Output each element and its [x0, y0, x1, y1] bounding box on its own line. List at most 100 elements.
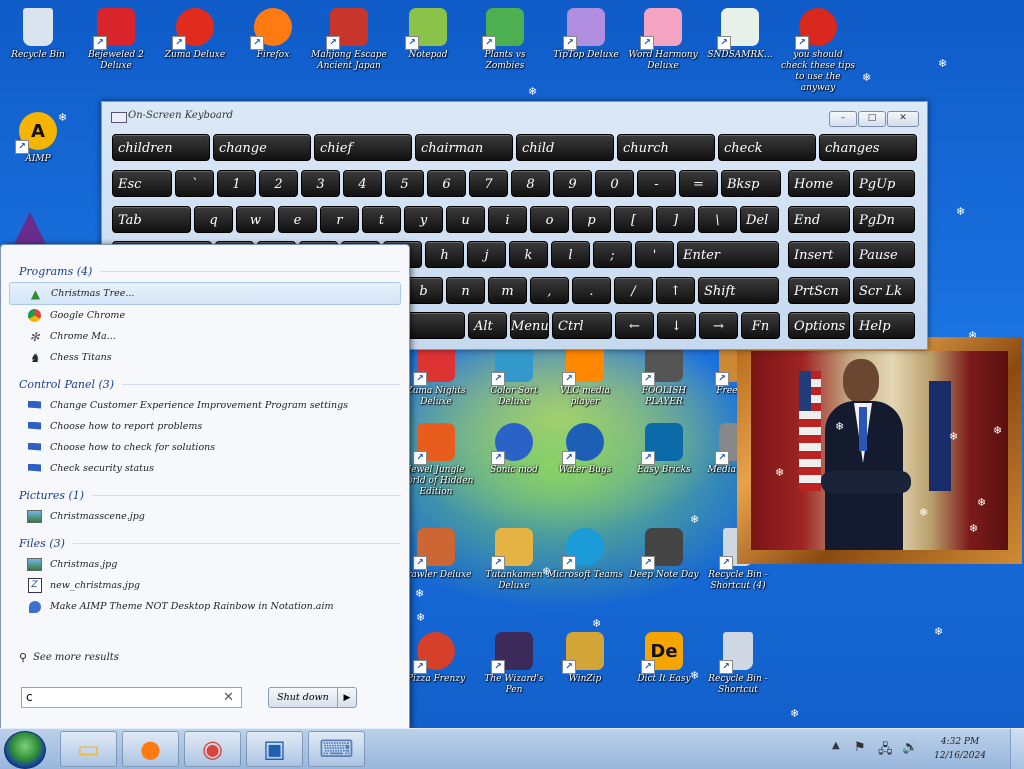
- desktop-icon[interactable]: ↗ Deep Note Day: [626, 528, 702, 581]
- start-menu-result-item[interactable]: Christmas.jpg: [9, 554, 401, 575]
- key-Ctrl[interactable]: Ctrl: [552, 312, 612, 339]
- action-center-flag-icon[interactable]: ⚑: [854, 740, 866, 755]
- desktop-icon[interactable]: ↗ FOOLISH PLAYER: [626, 344, 702, 408]
- taskbar-button[interactable]: ▭: [60, 731, 117, 767]
- key-↑[interactable]: ↑: [656, 277, 695, 304]
- key-i[interactable]: i: [488, 206, 527, 233]
- clock[interactable]: 4:32 PM 12/16/2024: [930, 735, 990, 763]
- desktop-icon[interactable]: ↗ Bejeweled 2 Deluxe: [78, 8, 154, 72]
- start-menu-result-item[interactable]: Google Chrome: [9, 305, 401, 326]
- desktop-icon[interactable]: ↗ Mahjong Escape Ancient Japan: [311, 8, 387, 72]
- key-6[interactable]: 6: [427, 170, 466, 197]
- start-button[interactable]: [4, 731, 46, 769]
- key-Pause[interactable]: Pause: [853, 241, 915, 268]
- key-/[interactable]: /: [614, 277, 653, 304]
- key-r[interactable]: r: [320, 206, 359, 233]
- key-Shift[interactable]: Shift: [698, 277, 779, 304]
- key-o[interactable]: o: [530, 206, 569, 233]
- show-desktop-button[interactable]: [1010, 729, 1024, 769]
- key-p[interactable]: p: [572, 206, 611, 233]
- key-1[interactable]: 1: [217, 170, 256, 197]
- key-Fn[interactable]: Fn: [741, 312, 780, 339]
- desktop-icon[interactable]: ↗ Recycle Bin - Shortcut: [700, 632, 776, 696]
- key-u[interactable]: u: [446, 206, 485, 233]
- key--[interactable]: -: [637, 170, 676, 197]
- desktop-icon[interactable]: ↗ WinZip: [547, 632, 623, 685]
- minimize-button[interactable]: –: [829, 111, 857, 127]
- start-menu-result-item[interactable]: Znew_christmas.jpg: [9, 575, 401, 596]
- taskbar-button[interactable]: ▣: [246, 731, 303, 767]
- show-hidden-icons-icon[interactable]: ▲: [832, 740, 840, 751]
- desktop-icon[interactable]: ↗ you should check these tips to use the …: [780, 8, 856, 94]
- key-n[interactable]: n: [446, 277, 485, 304]
- taskbar-button[interactable]: ⌨: [308, 731, 365, 767]
- start-menu-result-item[interactable]: Make AIMP Theme NOT Desktop Rainbow in N…: [9, 596, 401, 617]
- maximize-button[interactable]: □: [858, 111, 886, 127]
- key-\[interactable]: \: [698, 206, 737, 233]
- desktop-icon[interactable]: ↗ Color Sort Deluxe: [476, 344, 552, 408]
- key-Scr Lk[interactable]: Scr Lk: [853, 277, 915, 304]
- network-icon[interactable]: 🖧: [878, 740, 893, 762]
- key-w[interactable]: w: [236, 206, 275, 233]
- key-][interactable]: ]: [656, 206, 695, 233]
- key-Home[interactable]: Home: [788, 170, 850, 197]
- start-menu-result-item[interactable]: Choose how to check for solutions: [9, 437, 401, 458]
- key-k[interactable]: k: [509, 241, 548, 268]
- close-button[interactable]: ✕: [887, 111, 919, 127]
- key-'[interactable]: ': [635, 241, 674, 268]
- search-input[interactable]: c: [21, 687, 242, 708]
- key-y[interactable]: y: [404, 206, 443, 233]
- key-,[interactable]: ,: [530, 277, 569, 304]
- word-prediction-button[interactable]: chief: [314, 134, 412, 161]
- key-Alt[interactable]: Alt: [468, 312, 507, 339]
- key-Insert[interactable]: Insert: [788, 241, 850, 268]
- start-menu-result-item[interactable]: Change Customer Experience Improvement P…: [9, 395, 401, 416]
- key-l[interactable]: l: [551, 241, 590, 268]
- key-Esc[interactable]: Esc: [112, 170, 172, 197]
- desktop-icon[interactable]: ↗ The Wizard's Pen: [476, 632, 552, 696]
- desktop-icon[interactable]: ↗ Notepad: [390, 8, 466, 61]
- key-End[interactable]: End: [788, 206, 850, 233]
- start-menu-result-item[interactable]: Christmasscene.jpg: [9, 506, 401, 527]
- taskbar-button[interactable]: ◉: [184, 731, 241, 767]
- desktop-icon[interactable]: ↗ Word Harmony Deluxe: [625, 8, 701, 72]
- start-menu-result-item[interactable]: Check security status: [9, 458, 401, 479]
- key-`[interactable]: `: [175, 170, 214, 197]
- taskbar-button[interactable]: ●: [122, 731, 179, 767]
- desktop-icon[interactable]: ↗ Water Bugs: [547, 423, 623, 476]
- key-Bksp[interactable]: Bksp: [721, 170, 781, 197]
- key-↓[interactable]: ↓: [657, 312, 696, 339]
- desktop-icon[interactable]: ↗ TipTop Deluxe: [548, 8, 624, 61]
- key-→[interactable]: →: [699, 312, 738, 339]
- start-menu-result-item[interactable]: Choose how to report problems: [9, 416, 401, 437]
- desktop-icon-aimp[interactable]: A ↗ AIMP: [0, 112, 76, 165]
- key-Enter[interactable]: Enter: [677, 241, 779, 268]
- key-0[interactable]: 0: [595, 170, 634, 197]
- clear-search-icon[interactable]: ✕: [223, 690, 234, 705]
- key-t[interactable]: t: [362, 206, 401, 233]
- key-2[interactable]: 2: [259, 170, 298, 197]
- title-bar[interactable]: On-Screen Keyboard – □ ✕: [102, 102, 927, 130]
- key-5[interactable]: 5: [385, 170, 424, 197]
- key-m[interactable]: m: [488, 277, 527, 304]
- key-h[interactable]: h: [425, 241, 464, 268]
- key-PgDn[interactable]: PgDn: [853, 206, 915, 233]
- key-8[interactable]: 8: [511, 170, 550, 197]
- desktop-icon[interactable]: ↗ Tutankamen Deluxe: [476, 528, 552, 592]
- key-←[interactable]: ←: [615, 312, 654, 339]
- word-prediction-button[interactable]: children: [112, 134, 210, 161]
- start-menu-result-item[interactable]: ✻ Chrome Ma...: [9, 326, 401, 347]
- key-q[interactable]: q: [194, 206, 233, 233]
- start-menu[interactable]: Programs (4) ▲ Christmas Tree... Google Chr…: [0, 244, 410, 730]
- word-prediction-button[interactable]: church: [617, 134, 715, 161]
- see-more-results-link[interactable]: ⚲ See more results: [19, 651, 119, 664]
- key-PrtScn[interactable]: PrtScn: [788, 277, 850, 304]
- key-;[interactable]: ;: [593, 241, 632, 268]
- key-4[interactable]: 4: [343, 170, 382, 197]
- key-e[interactable]: e: [278, 206, 317, 233]
- key-Menu[interactable]: Menu: [510, 312, 549, 339]
- shutdown-button[interactable]: Shut down: [268, 687, 338, 708]
- key-j[interactable]: j: [467, 241, 506, 268]
- key-9[interactable]: 9: [553, 170, 592, 197]
- desktop-icon[interactable]: ↗ Plants vs Zombies: [467, 8, 543, 72]
